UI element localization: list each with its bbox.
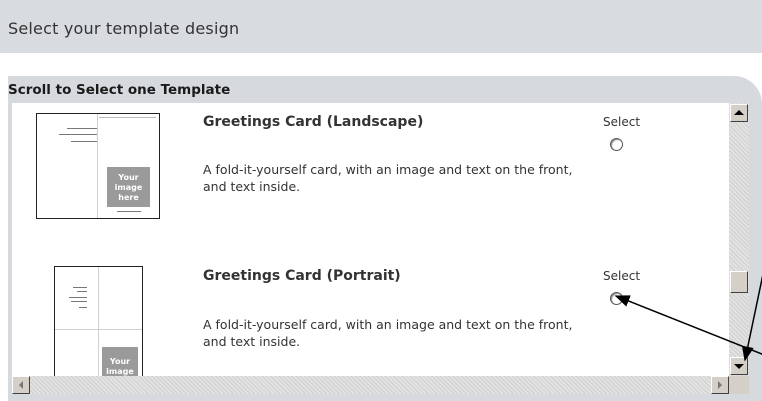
- portrait-thumbnail[interactable]: Your image: [54, 266, 143, 376]
- scroll-down-button[interactable]: [730, 357, 748, 375]
- page-title: Select your template design: [8, 19, 240, 38]
- select-label: Select: [603, 269, 641, 283]
- page-header: Select your template design: [0, 0, 762, 53]
- template-list[interactable]: Your image here Greetings Card (Landscap…: [12, 103, 729, 376]
- select-label: Select: [603, 115, 641, 129]
- arrow-up-icon: [734, 110, 744, 115]
- template-item-landscape: Your image here Greetings Card (Landscap…: [12, 103, 729, 253]
- arrow-right-icon: [718, 381, 722, 389]
- select-radio-landscape[interactable]: [610, 138, 623, 151]
- scroll-up-button[interactable]: [730, 104, 748, 122]
- template-name: Greetings Card (Portrait): [203, 268, 401, 284]
- panel-title: Scroll to Select one Template: [8, 82, 231, 98]
- horizontal-scrollbar[interactable]: [12, 376, 729, 394]
- template-name: Greetings Card (Landscape): [203, 114, 424, 130]
- vertical-scroll-thumb[interactable]: [730, 271, 748, 293]
- landscape-thumbnail[interactable]: Your image here: [36, 113, 160, 219]
- scroll-left-button[interactable]: [12, 376, 30, 394]
- template-item-portrait: Your image Greetings Card (Portrait) A f…: [12, 253, 729, 376]
- arrow-down-icon: [734, 364, 744, 369]
- template-description: A fold-it-yourself card, with an image a…: [203, 317, 573, 349]
- vertical-scrollbar[interactable]: [729, 103, 749, 376]
- image-placeholder: Your image: [102, 347, 138, 376]
- scroll-right-button[interactable]: [711, 376, 729, 394]
- scrollbar-corner: [729, 376, 749, 394]
- arrow-left-icon: [19, 381, 23, 389]
- template-description: A fold-it-yourself card, with an image a…: [203, 162, 573, 194]
- image-placeholder: Your image here: [107, 167, 150, 207]
- select-radio-portrait[interactable]: [610, 292, 623, 305]
